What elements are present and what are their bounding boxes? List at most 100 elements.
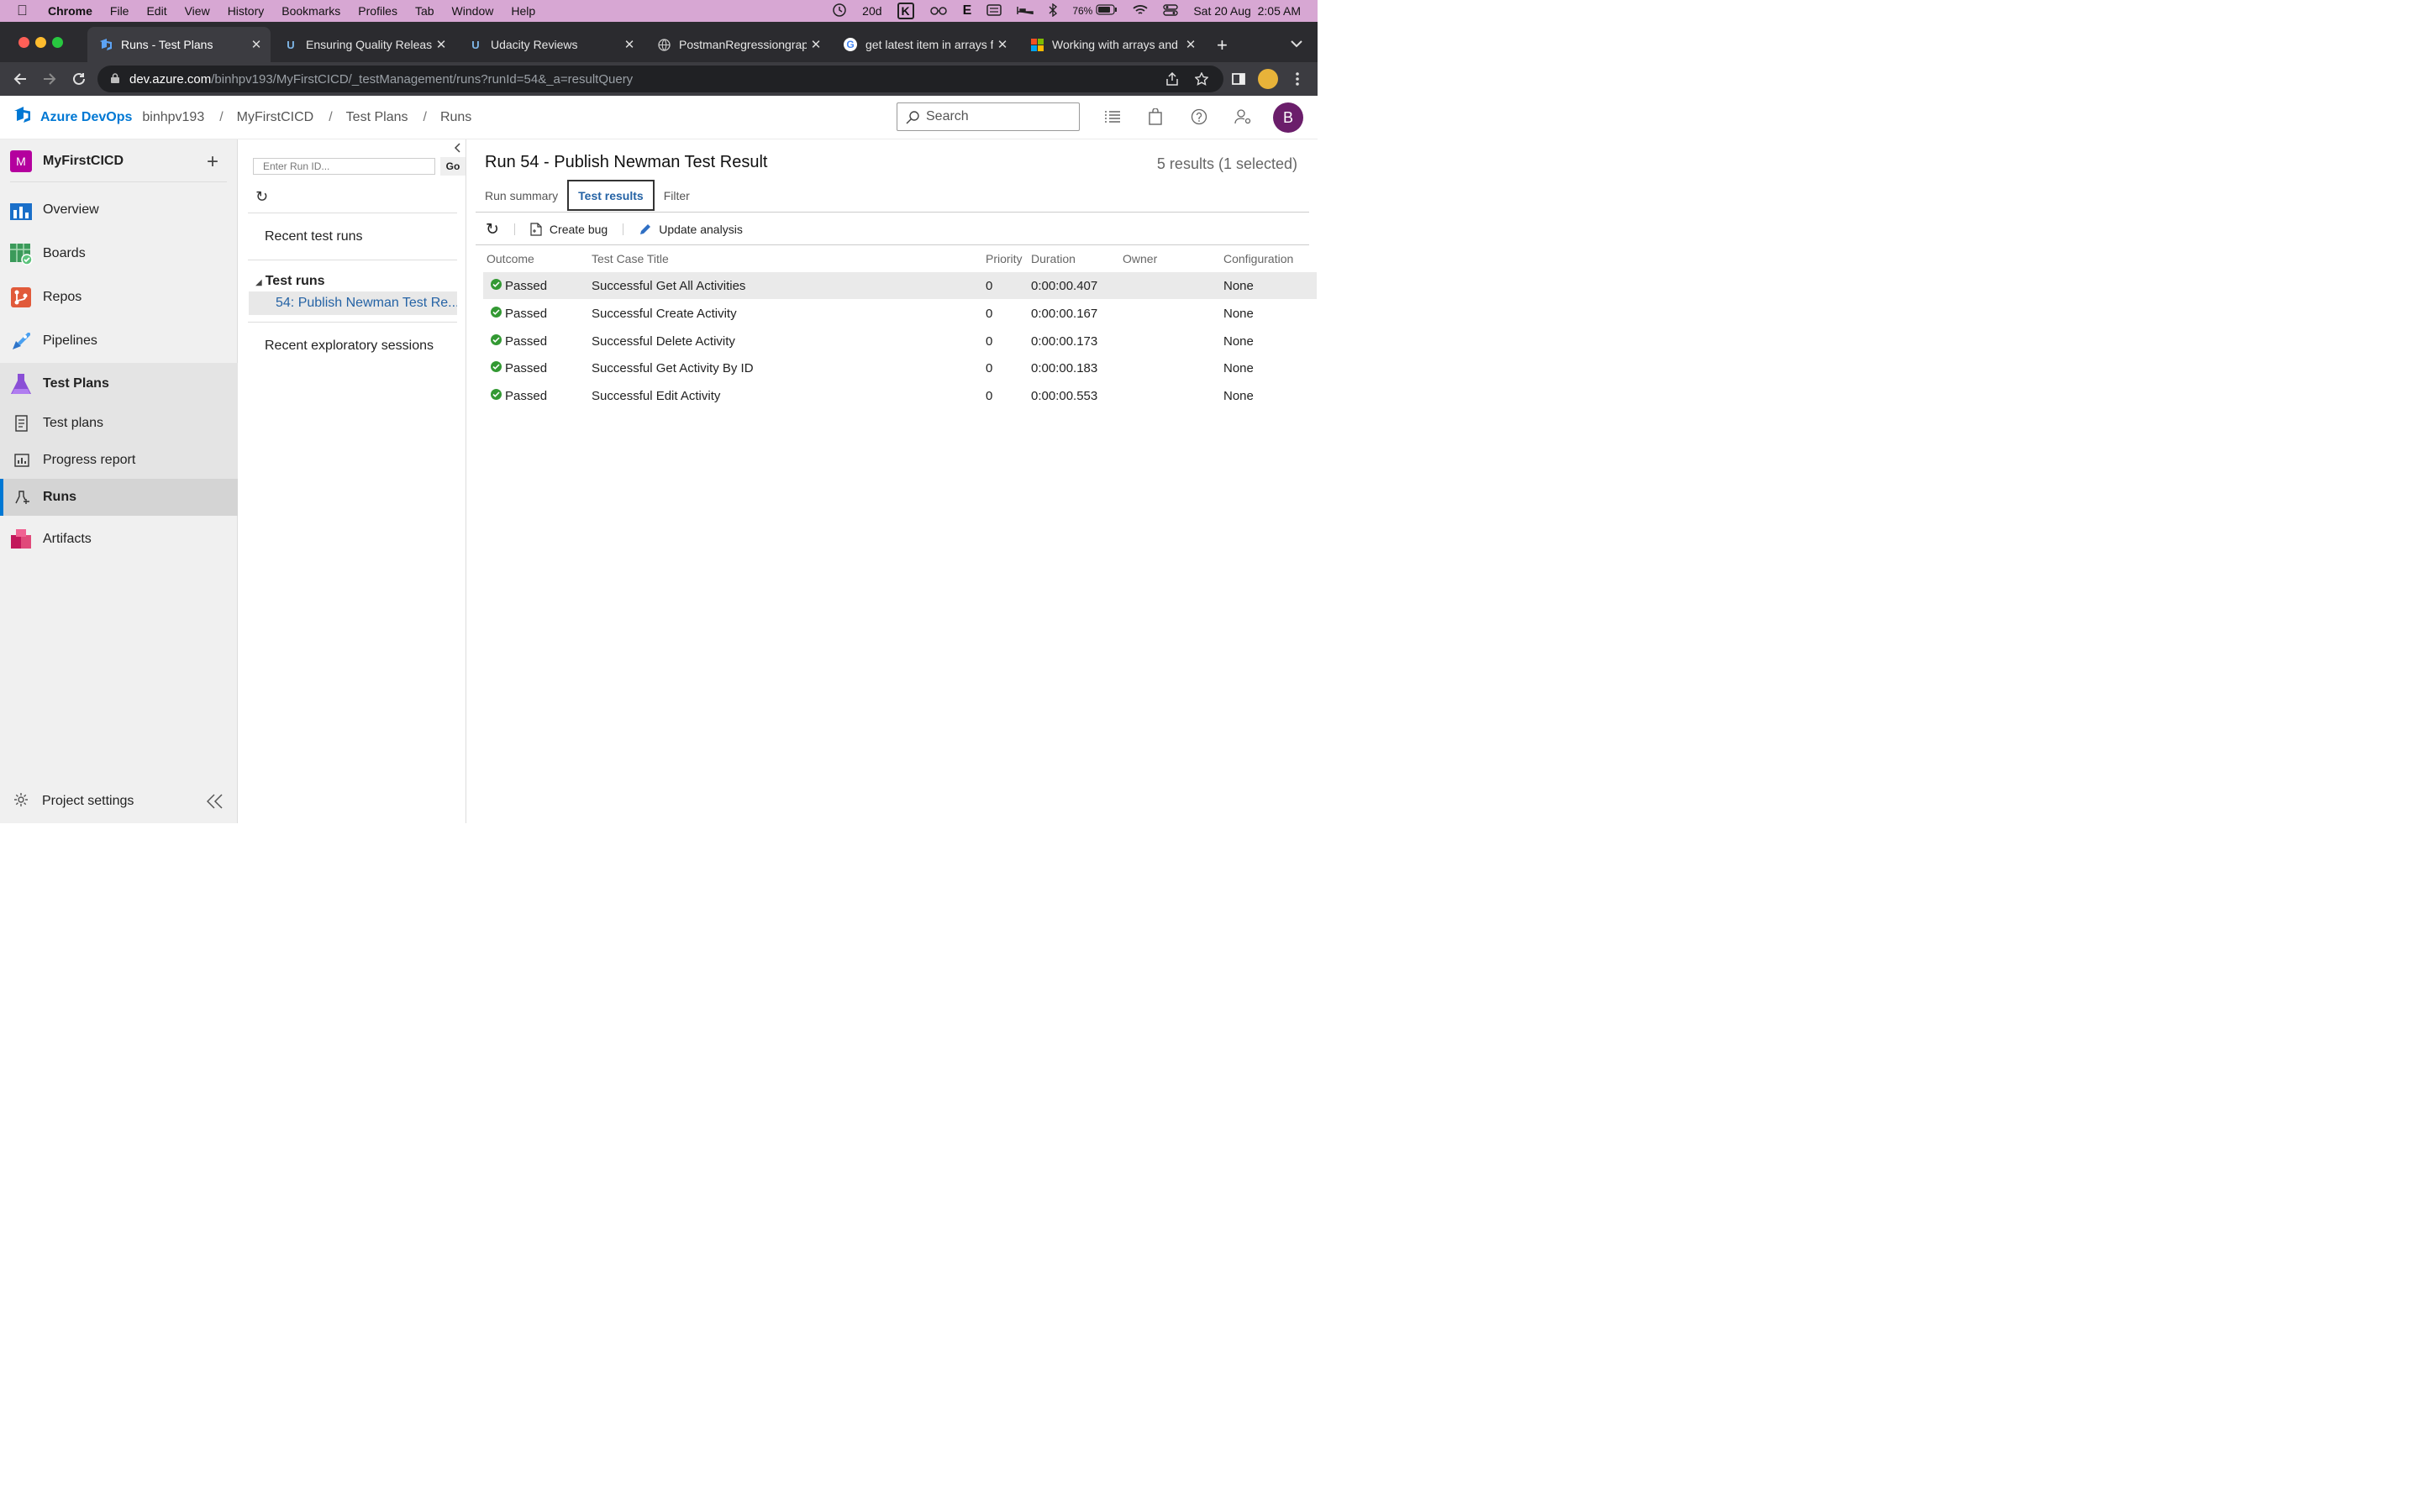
create-bug-button[interactable]: Create bug (530, 223, 608, 236)
wifi-icon[interactable] (1133, 4, 1148, 18)
add-plus-icon[interactable]: + (207, 150, 218, 174)
tab-filter[interactable]: Filter (655, 180, 699, 211)
k-status-icon[interactable]: K (897, 3, 914, 19)
close-window-button[interactable] (18, 37, 29, 48)
table-row[interactable]: Passed Successful Delete Activity 0 0:00… (483, 328, 1317, 354)
browser-tab-runs[interactable]: Runs - Test Plans ✕ (87, 27, 271, 62)
recent-test-runs-link[interactable]: Recent test runs (265, 229, 363, 244)
col-configuration[interactable]: Configuration (1223, 252, 1293, 265)
table-row[interactable]: Passed Successful Get Activity By ID 0 0… (483, 354, 1317, 381)
breadcrumb-runs[interactable]: Runs (440, 110, 471, 125)
tab-run-summary[interactable]: Run summary (476, 180, 567, 211)
close-tab-icon[interactable]: ✕ (432, 37, 450, 52)
refresh-icon[interactable]: ↻ (255, 188, 268, 206)
status-days[interactable]: 20d (862, 4, 881, 18)
table-row[interactable]: Passed Successful Edit Activity 0 0:00:0… (483, 382, 1317, 409)
breadcrumb-test-plans[interactable]: Test Plans (346, 110, 408, 125)
menu-help[interactable]: Help (511, 4, 535, 18)
menu-window[interactable]: Window (452, 4, 494, 18)
apple-icon[interactable]:  (17, 3, 34, 19)
bookmark-star-icon[interactable] (1190, 67, 1213, 91)
browser-tab-udacity-reviews[interactable]: U Udacity Reviews ✕ (457, 27, 644, 62)
breadcrumb-org[interactable]: binhpv193 (142, 110, 204, 125)
refresh-results-icon[interactable]: ↻ (486, 220, 499, 239)
new-tab-plus-icon[interactable]: + (1217, 34, 1228, 56)
run-id-input[interactable]: Enter Run ID... (253, 158, 435, 175)
help-icon[interactable] (1190, 108, 1208, 126)
zoom-window-button[interactable] (52, 37, 63, 48)
browser-tab-ensuring-quality[interactable]: U Ensuring Quality Release ✕ (272, 27, 455, 62)
col-outcome[interactable]: Outcome (487, 252, 534, 265)
browser-tab-postman[interactable]: PostmanRegressiongraph ✕ (645, 27, 830, 62)
minimize-window-button[interactable] (35, 37, 46, 48)
nav-subitem-runs[interactable]: Runs (0, 479, 238, 516)
table-row[interactable]: Passed Successful Create Activity 0 0:00… (483, 300, 1317, 327)
go-button[interactable]: Go (440, 157, 466, 176)
search-box[interactable]: Search (897, 102, 1080, 131)
control-center-icon[interactable] (1163, 3, 1179, 18)
more-menu-icon[interactable] (1286, 67, 1309, 91)
nav-item-overview[interactable]: Overview (0, 192, 238, 228)
browser-tab-google-search[interactable]: G get latest item in arrays f ✕ (832, 27, 1017, 62)
selected-run-item[interactable]: 54: Publish Newman Test Re... (249, 291, 457, 315)
user-settings-icon[interactable] (1234, 108, 1253, 126)
profile-avatar-icon[interactable] (1256, 67, 1280, 91)
menu-tab[interactable]: Tab (415, 4, 434, 18)
glasses-icon[interactable] (929, 4, 948, 18)
tab-search-chevron-icon[interactable] (1291, 37, 1302, 50)
menu-bookmarks[interactable]: Bookmarks (281, 4, 340, 18)
nav-item-repos[interactable]: Repos (0, 279, 238, 316)
col-test-case-title[interactable]: Test Case Title (592, 252, 669, 265)
close-tab-icon[interactable]: ✕ (247, 37, 266, 52)
bed-icon[interactable] (1017, 4, 1034, 18)
collapse-panel-chevron-icon[interactable] (454, 143, 460, 155)
nav-item-artifacts[interactable]: Artifacts (0, 521, 238, 558)
forward-arrow-icon[interactable] (38, 67, 61, 91)
breadcrumb-project[interactable]: MyFirstCICD (237, 110, 314, 125)
menu-history[interactable]: History (228, 4, 265, 18)
reload-icon[interactable] (67, 67, 91, 91)
recent-exploratory-sessions-link[interactable]: Recent exploratory sessions (265, 339, 434, 354)
bluetooth-icon[interactable] (1049, 3, 1058, 19)
menu-profiles[interactable]: Profiles (358, 4, 397, 18)
col-owner[interactable]: Owner (1123, 252, 1157, 265)
back-arrow-icon[interactable] (8, 67, 32, 91)
close-tab-icon[interactable]: ✕ (1181, 37, 1200, 52)
address-bar[interactable]: dev.azure.com/binhpv193/MyFirstCICD/_tes… (97, 66, 1223, 92)
nav-item-test-plans[interactable]: Test Plans (0, 363, 238, 405)
test-runs-group-header[interactable]: ◢ Test runs (255, 274, 325, 289)
share-icon[interactable] (1160, 67, 1184, 91)
side-panel-icon[interactable] (1227, 67, 1250, 91)
work-items-list-icon[interactable] (1103, 108, 1122, 126)
close-tab-icon[interactable]: ✕ (993, 37, 1012, 52)
azure-devops-logo-icon[interactable] (13, 106, 32, 129)
nav-item-pipelines[interactable]: Pipelines (0, 323, 238, 360)
menu-app-chrome[interactable]: Chrome (48, 4, 92, 18)
keyboard-icon[interactable] (986, 3, 1002, 18)
update-analysis-button[interactable]: Update analysis (639, 223, 743, 236)
browser-tab-working-with-arrays[interactable]: Working with arrays and ✕ (1018, 27, 1205, 62)
user-avatar[interactable]: B (1273, 102, 1303, 133)
nav-subitem-test-plans[interactable]: Test plans (0, 405, 238, 442)
nav-subitem-progress-report[interactable]: Progress report (0, 442, 238, 479)
close-tab-icon[interactable]: ✕ (620, 37, 639, 52)
nav-item-boards[interactable]: Boards (0, 235, 238, 272)
col-priority[interactable]: Priority (986, 252, 1023, 265)
project-header[interactable]: M MyFirstCICD (10, 150, 124, 172)
clock[interactable]: Sat 20 Aug 2:05 AM (1193, 4, 1301, 18)
time-machine-icon[interactable] (832, 3, 847, 20)
close-tab-icon[interactable]: ✕ (807, 37, 825, 52)
project-badge: M (10, 150, 32, 172)
table-row[interactable]: Passed Successful Get All Activities 0 0… (483, 272, 1317, 299)
col-duration[interactable]: Duration (1031, 252, 1076, 265)
azure-devops-brand-link[interactable]: Azure DevOps (40, 110, 132, 125)
collapse-nav-chevrons-icon[interactable] (206, 794, 224, 813)
marketplace-bag-icon[interactable] (1146, 108, 1165, 126)
menu-edit[interactable]: Edit (146, 4, 166, 18)
e-status-icon[interactable]: E (963, 3, 972, 18)
project-settings-link[interactable]: Project settings (0, 785, 238, 818)
menu-file[interactable]: File (110, 4, 129, 18)
battery-icon[interactable] (1096, 4, 1118, 18)
menu-view[interactable]: View (185, 4, 210, 18)
tab-test-results[interactable]: Test results (567, 180, 655, 211)
